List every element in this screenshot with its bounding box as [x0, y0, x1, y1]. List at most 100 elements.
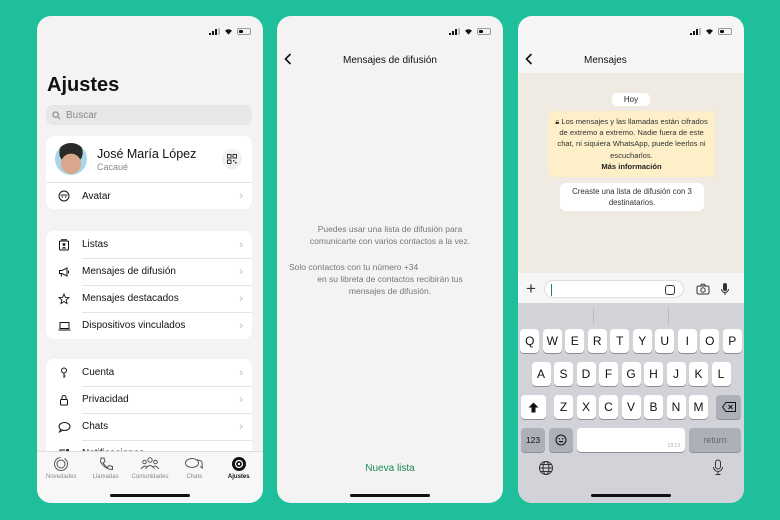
qr-code-icon	[227, 154, 237, 164]
home-indicator	[350, 494, 430, 497]
more-info-link[interactable]: Más información	[554, 161, 709, 172]
key[interactable]: S	[554, 362, 573, 386]
delete-key[interactable]	[716, 395, 741, 419]
tab-novedades[interactable]: Novedades	[39, 456, 83, 503]
chat-title[interactable]: Mensajes	[584, 55, 627, 66]
key[interactable]: O	[700, 329, 720, 353]
settings-item-cuenta[interactable]: Cuenta ›	[46, 359, 252, 386]
avatar-icon	[58, 190, 70, 202]
message-input[interactable]	[544, 280, 684, 298]
backspace-icon	[721, 402, 736, 412]
key[interactable]: K	[689, 362, 708, 386]
key[interactable]: E	[565, 329, 585, 353]
globe-icon[interactable]	[538, 460, 554, 476]
page-title: Mensajes de difusión	[343, 54, 437, 66]
row-label: Listas	[82, 239, 109, 250]
key[interactable]: L	[711, 362, 731, 386]
key[interactable]: X	[576, 395, 596, 419]
sticker-icon[interactable]	[665, 285, 675, 295]
avatar[interactable]	[55, 143, 87, 175]
status-bar	[209, 26, 251, 36]
notice-text-line: en su libreta de contactos recibirán tus	[317, 274, 463, 284]
microphone-icon[interactable]	[720, 282, 730, 296]
settings-group-2: Cuenta › Privacidad › Chats › Notificaci…	[46, 359, 252, 456]
new-list-button[interactable]: Nueva lista	[277, 463, 503, 474]
key[interactable]: V	[621, 395, 641, 419]
settings-item-chats[interactable]: Chats ›	[46, 413, 252, 440]
star-icon	[58, 292, 70, 304]
info-text-line: Puedes usar una lista de difusión para	[317, 224, 463, 234]
encryption-notice[interactable]: 🔒︎ Los mensajes y las llamadas están cif…	[548, 111, 715, 178]
key[interactable]: B	[644, 395, 663, 419]
chevron-right-icon: ›	[239, 420, 243, 433]
key[interactable]: P	[722, 329, 742, 353]
settings-item-privacidad[interactable]: Privacidad ›	[46, 386, 252, 413]
space-key[interactable]: 13:13	[577, 428, 685, 452]
key[interactable]: G	[621, 362, 641, 386]
key[interactable]: F	[599, 362, 618, 386]
settings-item-dispositivos-vinculados[interactable]: Dispositivos vinculados ›	[46, 312, 252, 339]
qr-code-button[interactable]	[222, 149, 242, 169]
key[interactable]: R	[587, 329, 607, 353]
attach-plus-button[interactable]: +	[518, 279, 544, 299]
info-text-line: comunicarte con varios contactos a la ve…	[309, 236, 471, 246]
phone-icon	[99, 457, 113, 471]
back-button[interactable]	[525, 50, 533, 70]
keyboard-row-3: Z X C V B N M	[518, 395, 744, 419]
row-label: Mensajes destacados	[82, 293, 179, 304]
chat-screen: Mensajes Hoy 🔒︎ Los mensajes y las llama…	[518, 16, 744, 503]
chat-bubble-icon	[58, 421, 70, 433]
settings-item-mensajes-destacados[interactable]: Mensajes destacados ›	[46, 285, 252, 312]
key[interactable]: Z	[554, 395, 573, 419]
row-label: Avatar	[82, 190, 111, 202]
key[interactable]: U	[655, 329, 675, 353]
tab-ajustes[interactable]: Ajustes	[217, 456, 261, 503]
profile-name: José María López	[97, 146, 197, 161]
battery-icon	[237, 27, 251, 35]
updates-icon	[54, 457, 69, 471]
chats-icon	[185, 458, 204, 469]
key[interactable]: N	[666, 395, 686, 419]
nav-bar: Mensajes	[518, 50, 744, 70]
signal-icon	[690, 27, 701, 35]
settings-item-listas[interactable]: Listas ›	[46, 231, 252, 258]
search-input[interactable]: Buscar	[46, 105, 252, 125]
key[interactable]: J	[666, 362, 686, 386]
back-button[interactable]	[284, 50, 292, 70]
numbers-key[interactable]: 123	[521, 428, 545, 452]
row-label: Dispositivos vinculados	[82, 320, 186, 331]
camera-icon[interactable]	[696, 283, 710, 295]
settings-group-1: Listas › Mensajes de difusión › Mensajes…	[46, 231, 252, 339]
key[interactable]: W	[542, 329, 562, 353]
home-indicator	[591, 494, 671, 497]
settings-item-mensajes-difusion[interactable]: Mensajes de difusión ›	[46, 258, 252, 285]
key[interactable]: A	[531, 362, 551, 386]
tab-label: Comunidades	[131, 474, 169, 480]
key[interactable]: Y	[632, 329, 652, 353]
key[interactable]: M	[689, 395, 708, 419]
emoji-key[interactable]	[549, 428, 573, 452]
keyboard-row-1: Q W E R T Y U I O P	[518, 329, 744, 353]
profile-status: Cacaué	[97, 161, 129, 172]
return-key[interactable]: return	[689, 428, 741, 452]
chevron-left-icon	[284, 53, 292, 65]
notice-text-line: Solo contactos con tu número +34	[289, 262, 419, 272]
system-message: Creaste una lista de difusión con 3 dest…	[560, 183, 704, 211]
settings-item-avatar[interactable]: Avatar ›	[46, 182, 252, 209]
key[interactable]: H	[644, 362, 663, 386]
text-caret	[551, 284, 552, 296]
profile-row[interactable]: José María López Cacaué	[46, 136, 252, 182]
wifi-icon	[465, 28, 472, 35]
keyboard-row-4: 123 13:13 return	[518, 428, 744, 452]
message-composer: +	[518, 275, 744, 303]
key[interactable]: I	[677, 329, 697, 353]
shift-key[interactable]	[521, 395, 546, 419]
key[interactable]: Q	[520, 329, 540, 353]
row-label: Privacidad	[82, 394, 129, 405]
lock-icon	[60, 394, 68, 405]
key[interactable]: D	[576, 362, 596, 386]
key[interactable]: T	[610, 329, 630, 353]
tab-label: Ajustes	[227, 474, 250, 480]
dictation-microphone-icon[interactable]	[712, 459, 724, 476]
key[interactable]: C	[599, 395, 618, 419]
